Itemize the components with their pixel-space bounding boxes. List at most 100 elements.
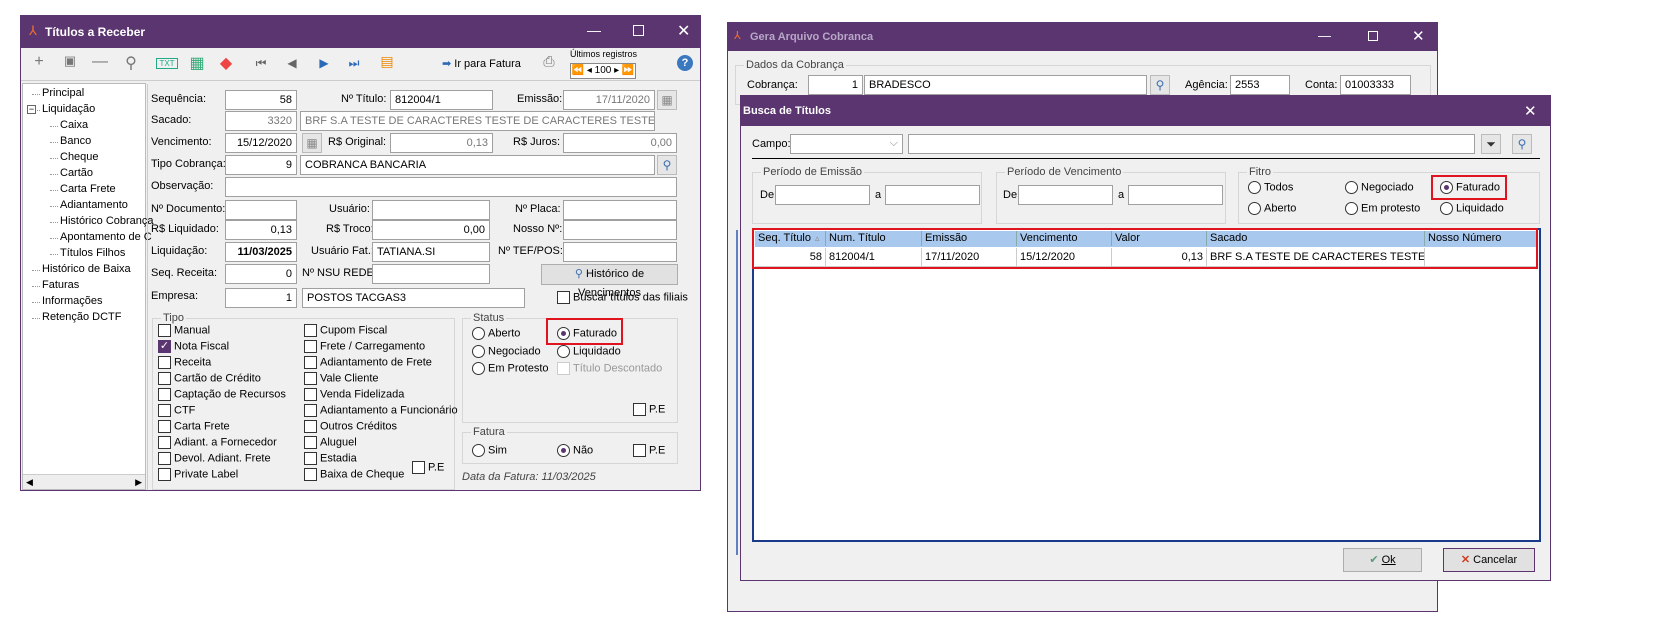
historico-vencimentos-button[interactable]: ⚲ Histórico de Vencimentos [541,264,678,299]
previous-record-icon[interactable]: ◀ [281,56,303,70]
fatura-sim-radio[interactable]: Sim [472,444,507,459]
status-aberto-radio[interactable]: Aberto [472,327,520,342]
tipo-checkbox[interactable]: Adiant. a Fornecedor [158,436,277,451]
tree-item[interactable]: Informações [42,295,103,307]
tipo-checkbox[interactable]: ✓ Nota Fiscal [158,340,229,355]
fatura-nao-radio[interactable]: Não [557,444,593,459]
tipo-checkbox[interactable]: Private Label [158,468,238,483]
tree-item[interactable]: Histórico de Baixa [42,263,131,275]
filtro-radio-negociado[interactable]: Negociado [1345,181,1414,196]
tipo-checkbox[interactable]: Vale Cliente [304,372,379,387]
tree-item[interactable]: Adiantamento [60,199,128,211]
records-pager[interactable]: ⏪ ◂ 100 ▸ ⏩ [570,63,636,79]
cobranca-name-field[interactable]: BRADESCO [864,75,1147,95]
status-negociado-radio[interactable]: Negociado [472,345,541,360]
documento-field[interactable] [225,200,297,220]
status-liquidado-radio[interactable]: Liquidado [557,345,621,360]
close-button[interactable]: ✕ [1524,102,1537,120]
tree-horizontal-scrollbar[interactable]: ◀ ▶ [23,474,145,489]
vencimento-a-field[interactable] [1128,185,1223,205]
tree-item[interactable]: Histórico Cobrança [60,215,154,227]
buscar-filiais-checkbox[interactable]: Buscar títulos das filiais [557,291,688,306]
filtro-radio-liquidado[interactable]: Liquidado [1440,202,1504,217]
tree-item[interactable]: Principal [42,87,84,99]
remove-icon[interactable]: — [89,53,111,71]
tef-field[interactable] [563,242,677,262]
emissao-a-field[interactable] [885,185,980,205]
search-icon[interactable]: ⚲ [1512,134,1532,154]
nsu-field[interactable] [372,264,490,284]
first-record-icon[interactable]: ⏮ [250,56,272,71]
emissao-de-field[interactable] [775,185,870,205]
juros-field[interactable]: 0,00 [563,133,677,153]
tipo-checkbox[interactable]: Adiantamento a Funcionário [304,404,458,419]
tipo-checkbox[interactable]: Adiantamento de Frete [304,356,432,371]
empresa-code-field[interactable]: 1 [225,288,297,308]
conta-field[interactable]: 01003333 [1340,75,1411,95]
tree-item[interactable]: Liquidação [42,103,95,115]
ok-button[interactable]: ✔ Ok [1343,548,1422,572]
txt-export-icon[interactable]: TXT [156,58,178,69]
print-icon[interactable]: ⎙ [538,53,560,70]
filtro-radio-em-protesto[interactable]: Em protesto [1345,202,1420,217]
tipo-cobranca-code-field[interactable]: 9 [225,155,297,175]
tipo-checkbox[interactable]: Cupom Fiscal [304,324,387,339]
cobranca-search-icon[interactable]: ⚲ [1150,75,1170,95]
tipo-checkbox[interactable]: Devol. Adiant. Frete [158,452,271,467]
tree-item[interactable]: Cartão [60,167,93,179]
tree-collapse-icon[interactable]: − [27,105,36,114]
close-button[interactable]: ✕ [677,21,690,41]
tipo-checkbox[interactable]: Captação de Recursos [158,388,286,403]
next-record-icon[interactable]: ▶ [313,56,335,70]
sacado-code-field[interactable]: 3320 [225,111,297,131]
tipo-checkbox[interactable]: Frete / Carregamento [304,340,425,355]
empresa-name-field[interactable]: POSTOS TACGAS3 [302,288,525,308]
log-icon[interactable]: ▤ [376,53,398,70]
original-field[interactable]: 0,13 [390,133,493,153]
eraser-icon[interactable]: ◆ [215,53,237,73]
save-icon[interactable]: ▣ [59,53,81,69]
maximize-button[interactable] [633,25,644,36]
usuario-field[interactable] [372,200,490,220]
tipo-checkbox[interactable]: CTF [158,404,195,419]
tree-item[interactable]: Títulos Filhos [60,247,125,259]
liquidacao-field[interactable]: 11/03/2025 [225,242,297,262]
seq-receita-field[interactable]: 0 [225,264,297,284]
search-icon[interactable]: ⚲ [120,53,142,73]
nosso-field[interactable] [563,220,677,240]
tree-item[interactable]: Banco [60,135,91,147]
minimize-button[interactable]: — [587,22,601,38]
minimize-button[interactable]: — [1318,28,1331,43]
titulo-descontado-checkbox[interactable]: Título Descontado [557,362,662,377]
titulo-field[interactable]: 812004/1 [390,90,493,110]
tipo-checkbox[interactable]: Baixa de Cheque [304,468,404,483]
sequencia-field[interactable]: 58 [225,90,297,110]
grid-icon[interactable]: ▦ [186,53,208,73]
last-record-icon[interactable]: ⏭ [343,56,365,71]
search-input[interactable] [908,134,1475,154]
filtro-radio-todos[interactable]: Todos [1248,181,1293,196]
ir-para-fatura-button[interactable]: ➡ Ir para Fatura [442,57,521,70]
help-icon[interactable]: ? [677,55,693,71]
placa-field[interactable] [563,200,677,220]
tipo-checkbox[interactable]: Outros Créditos [304,420,397,435]
tipo-cobranca-search-icon[interactable]: ⚲ [657,155,677,175]
tipo-checkbox[interactable]: Carta Frete [158,420,230,435]
close-button[interactable]: ✕ [1412,27,1425,45]
agencia-field[interactable]: 2553 [1230,75,1290,95]
tree-item[interactable]: Apontamento de C [60,231,152,243]
vencimento-de-field[interactable] [1018,185,1113,205]
status-pe-checkbox[interactable]: P.E [633,403,665,418]
tree-item[interactable]: Retenção DCTF [42,311,121,323]
tipo-pe-checkbox[interactable]: P.E [412,461,444,476]
observacao-field[interactable] [225,177,677,197]
filtro-radio-aberto[interactable]: Aberto [1248,202,1296,217]
tipo-checkbox[interactable]: Cartão de Crédito [158,372,261,387]
tipo-checkbox[interactable]: Manual [158,324,210,339]
campo-select[interactable]: ⌵ [790,134,903,154]
tree-item[interactable]: Cheque [60,151,99,163]
cancelar-button[interactable]: ✕ Cancelar [1443,548,1535,572]
cobranca-code-field[interactable]: 1 [808,75,863,95]
filtro-radio-faturado[interactable]: Faturado [1440,181,1500,196]
liquidado-field[interactable]: 0,13 [225,220,297,240]
